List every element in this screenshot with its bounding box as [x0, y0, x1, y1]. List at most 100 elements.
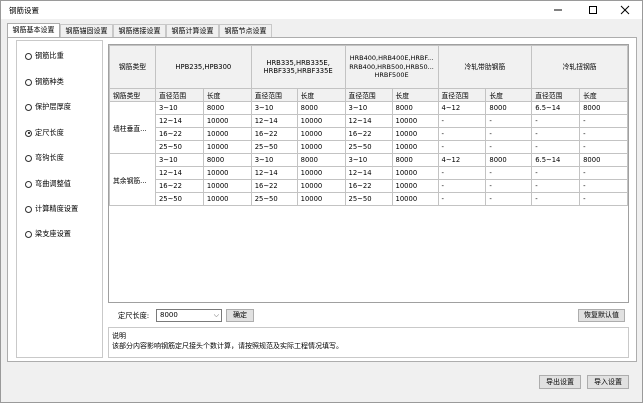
- length-cell[interactable]: -: [485, 114, 533, 128]
- diameter-range-cell[interactable]: -: [437, 192, 487, 206]
- diameter-range-cell[interactable]: 12~14: [250, 166, 298, 180]
- diameter-range-cell[interactable]: 16~22: [344, 127, 393, 141]
- diameter-range-cell[interactable]: 3~10: [154, 153, 204, 167]
- diameter-range-cell[interactable]: 3~10: [154, 101, 204, 115]
- minimize-button[interactable]: [541, 1, 575, 19]
- length-cell[interactable]: 8000: [579, 101, 628, 115]
- diameter-range-cell[interactable]: -: [437, 127, 487, 141]
- tab-calculation-settings[interactable]: 钢筋计算设置: [166, 24, 219, 37]
- diameter-range-cell[interactable]: 16~22: [250, 127, 298, 141]
- diameter-range-cell[interactable]: 6.5~14: [531, 101, 581, 115]
- diameter-range-cell[interactable]: 6.5~14: [531, 153, 581, 167]
- diameter-range-cell[interactable]: 12~14: [250, 114, 298, 128]
- length-cell[interactable]: 10000: [391, 140, 439, 154]
- diameter-range-cell[interactable]: -: [437, 179, 487, 193]
- length-cell[interactable]: 8000: [485, 153, 533, 167]
- diameter-range-cell[interactable]: 25~50: [344, 140, 393, 154]
- maximize-button[interactable]: [576, 1, 610, 19]
- diameter-range-cell[interactable]: -: [437, 166, 487, 180]
- length-cell[interactable]: 10000: [202, 192, 252, 206]
- diameter-range-cell[interactable]: -: [531, 114, 581, 128]
- length-cell[interactable]: -: [485, 127, 533, 141]
- diameter-range-cell[interactable]: -: [531, 127, 581, 141]
- export-settings-button[interactable]: 导出设置: [539, 375, 581, 389]
- length-cell[interactable]: -: [485, 166, 533, 180]
- diameter-range-cell[interactable]: 25~50: [154, 140, 204, 154]
- diameter-range-cell[interactable]: 16~22: [250, 179, 298, 193]
- radio-button-checked[interactable]: [25, 129, 32, 137]
- category-item-weight[interactable]: 钢筋比重: [25, 50, 64, 62]
- length-cell[interactable]: -: [485, 179, 533, 193]
- length-cell[interactable]: 10000: [391, 179, 439, 193]
- length-cell[interactable]: 10000: [296, 114, 346, 128]
- diameter-range-cell[interactable]: 16~22: [344, 179, 393, 193]
- category-item-beam-support[interactable]: 梁支座设置: [25, 228, 71, 240]
- diameter-range-cell[interactable]: 3~10: [250, 101, 298, 115]
- tab-anchorage-settings[interactable]: 钢筋锚固设置: [60, 24, 113, 37]
- length-cell[interactable]: 10000: [391, 127, 439, 141]
- diameter-range-cell[interactable]: 25~50: [250, 192, 298, 206]
- length-cell[interactable]: 10000: [391, 114, 439, 128]
- length-cell[interactable]: -: [579, 192, 628, 206]
- diameter-range-cell[interactable]: 3~10: [250, 153, 298, 167]
- tab-lap-settings[interactable]: 钢筋搭接设置: [113, 24, 166, 37]
- length-cell[interactable]: -: [579, 166, 628, 180]
- diameter-range-cell[interactable]: 4~12: [437, 153, 487, 167]
- fixed-length-select[interactable]: 8000 ⌵: [156, 309, 222, 322]
- length-cell[interactable]: 8000: [296, 101, 346, 115]
- diameter-range-cell[interactable]: 25~50: [344, 192, 393, 206]
- length-cell[interactable]: 10000: [296, 166, 346, 180]
- diameter-range-cell[interactable]: -: [437, 140, 487, 154]
- confirm-button[interactable]: 确定: [226, 309, 254, 322]
- diameter-range-cell[interactable]: 3~10: [344, 101, 393, 115]
- diameter-range-cell[interactable]: 16~22: [154, 179, 204, 193]
- diameter-range-cell[interactable]: -: [437, 114, 487, 128]
- length-cell[interactable]: 10000: [202, 140, 252, 154]
- category-item-fixed-length[interactable]: 定尺长度: [25, 127, 64, 139]
- diameter-range-cell[interactable]: -: [531, 140, 581, 154]
- radio-button[interactable]: [25, 52, 32, 60]
- length-cell[interactable]: 8000: [391, 101, 439, 115]
- length-cell[interactable]: -: [579, 127, 628, 141]
- length-cell[interactable]: 10000: [296, 127, 346, 141]
- length-cell[interactable]: 8000: [485, 101, 533, 115]
- radio-button[interactable]: [25, 230, 32, 238]
- length-cell[interactable]: 10000: [296, 140, 346, 154]
- diameter-range-cell[interactable]: 16~22: [154, 127, 204, 141]
- length-cell[interactable]: 8000: [579, 153, 628, 167]
- length-cell[interactable]: -: [485, 192, 533, 206]
- length-cell[interactable]: 10000: [202, 114, 252, 128]
- radio-button[interactable]: [25, 154, 32, 162]
- length-cell[interactable]: 8000: [296, 153, 346, 167]
- radio-button[interactable]: [25, 180, 32, 188]
- radio-button[interactable]: [25, 78, 32, 86]
- length-cell[interactable]: 8000: [202, 153, 252, 167]
- length-cell[interactable]: 10000: [202, 127, 252, 141]
- diameter-range-cell[interactable]: 3~10: [344, 153, 393, 167]
- category-item-bend-adjust[interactable]: 弯曲调整值: [25, 178, 71, 190]
- radio-button[interactable]: [25, 205, 32, 213]
- length-cell[interactable]: 10000: [391, 166, 439, 180]
- length-cell[interactable]: -: [485, 140, 533, 154]
- diameter-range-cell[interactable]: 4~12: [437, 101, 487, 115]
- diameter-range-cell[interactable]: 12~14: [154, 114, 204, 128]
- radio-button[interactable]: [25, 103, 32, 111]
- length-cell[interactable]: 8000: [202, 101, 252, 115]
- length-cell[interactable]: -: [579, 114, 628, 128]
- length-cell[interactable]: 10000: [391, 192, 439, 206]
- length-cell[interactable]: 10000: [296, 192, 346, 206]
- diameter-range-cell[interactable]: 25~50: [154, 192, 204, 206]
- diameter-range-cell[interactable]: -: [531, 192, 581, 206]
- diameter-range-cell[interactable]: 25~50: [250, 140, 298, 154]
- close-button[interactable]: [608, 1, 642, 19]
- category-item-cover[interactable]: 保护层厚度: [25, 101, 71, 113]
- diameter-range-cell[interactable]: 12~14: [344, 114, 393, 128]
- diameter-range-cell[interactable]: -: [531, 179, 581, 193]
- category-item-precision[interactable]: 计算精度设置: [25, 203, 78, 215]
- category-item-types[interactable]: 钢筋种类: [25, 76, 64, 88]
- diameter-range-cell[interactable]: 12~14: [344, 166, 393, 180]
- length-cell[interactable]: 10000: [202, 179, 252, 193]
- length-cell[interactable]: 8000: [391, 153, 439, 167]
- length-cell[interactable]: 10000: [296, 179, 346, 193]
- reset-default-button[interactable]: 恢复默认值: [578, 309, 625, 322]
